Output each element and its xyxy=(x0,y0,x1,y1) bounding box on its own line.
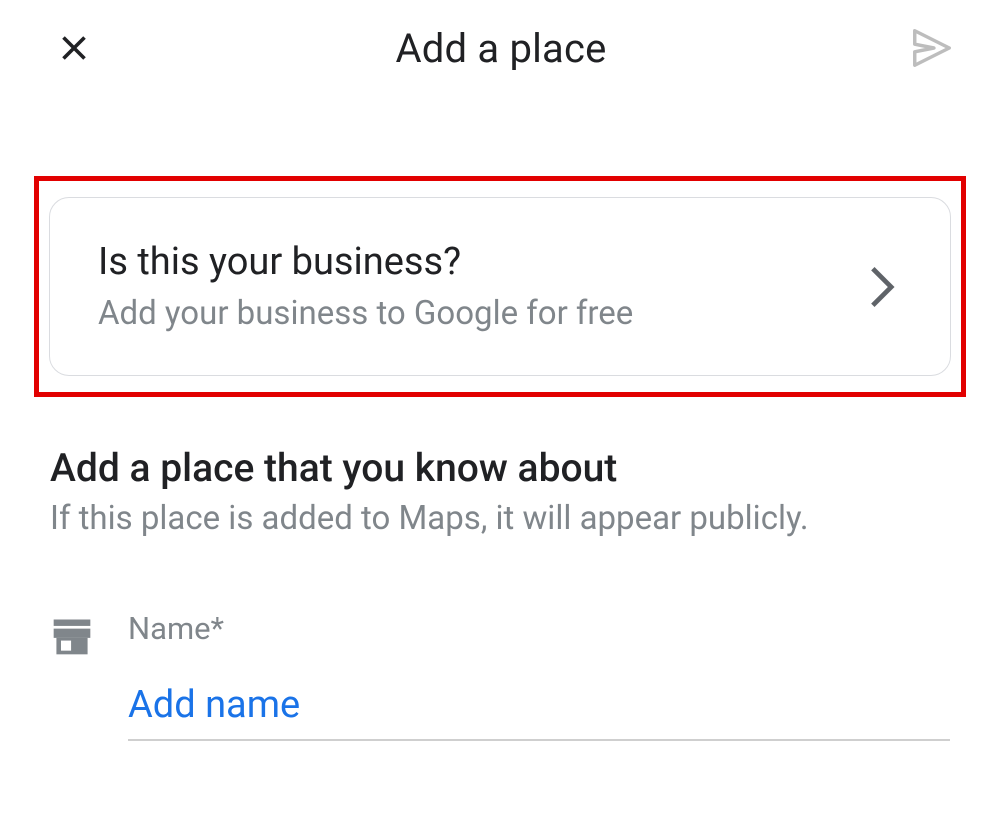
send-icon xyxy=(909,25,955,71)
close-icon xyxy=(56,30,92,66)
header: Add a place xyxy=(0,0,1000,86)
add-place-section: Add a place that you know about If this … xyxy=(40,445,960,538)
business-card[interactable]: Is this your business? Add your business… xyxy=(49,197,951,376)
business-card-title: Is this your business? xyxy=(98,240,862,284)
name-label: Name* xyxy=(128,610,950,647)
name-field-row: Name* xyxy=(40,610,960,741)
business-card-subtitle: Add your business to Google for free xyxy=(98,294,862,333)
chevron-right-icon xyxy=(862,267,902,307)
section-subtitle: If this place is added to Maps, it will … xyxy=(50,499,950,538)
send-button[interactable] xyxy=(904,20,960,76)
name-field-content: Name* xyxy=(128,610,950,741)
section-title: Add a place that you know about xyxy=(50,445,950,491)
content: Is this your business? Add your business… xyxy=(0,176,1000,741)
highlight-annotation: Is this your business? Add your business… xyxy=(34,176,966,397)
business-card-text: Is this your business? Add your business… xyxy=(98,240,862,333)
close-button[interactable] xyxy=(50,24,98,72)
name-input[interactable] xyxy=(128,675,950,741)
store-icon xyxy=(50,610,98,662)
page-title: Add a place xyxy=(395,25,606,72)
